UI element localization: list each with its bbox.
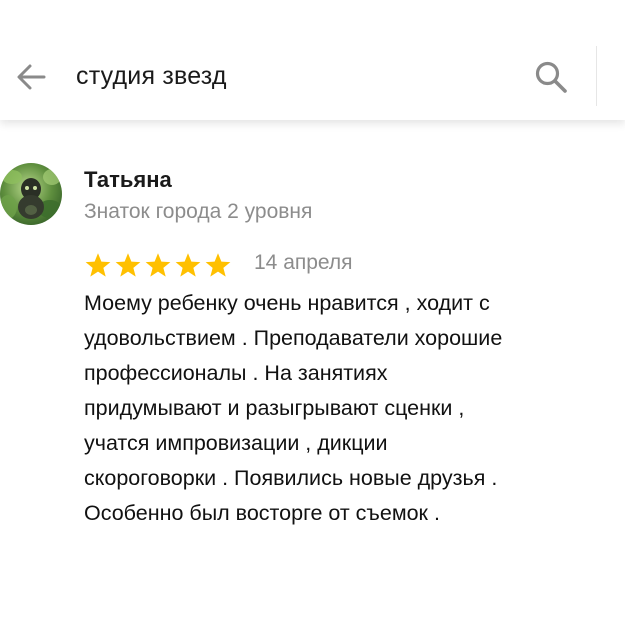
star-icon [145,252,171,277]
author-level: Знаток города 2 уровня [84,200,313,223]
review-text-line: Особенно был восторге от съемок . [84,501,440,525]
review-text-line: Моему ребенку очень нравится , ходит с [84,291,490,315]
star-rating [84,250,234,280]
search-divider [596,46,597,106]
star-icon [175,252,201,277]
search-bar: студия звезд [0,0,625,120]
review-text: Моему ребенку очень нравится , ходит с у… [84,286,622,531]
search-icon[interactable] [532,58,570,96]
review-text-line: учатся импровизации , дикции [84,431,388,455]
search-query[interactable]: студия звезд [76,59,227,93]
star-icon [205,252,231,277]
author-name[interactable]: Татьяна [84,165,172,195]
star-icon [85,252,111,277]
review-date: 14 апреля [254,251,353,274]
review-text-line: профессионалы . На занятиях [84,361,388,385]
review-text-line: скороговорки . Появились новые друзья . [84,466,498,490]
review-text-line: придумывают и разыгрывают сценки , [84,396,465,420]
review-page: студия звезд Татьяна Знаток города 2 уро… [0,0,625,625]
review-card: Татьяна Знаток города 2 уровня 14 апреля… [0,120,625,625]
arrow-left-icon[interactable] [14,60,48,94]
avatar[interactable] [0,163,62,225]
star-icon [115,252,141,277]
review-text-line: удовольствием . Преподаватели хорошие [84,326,503,350]
